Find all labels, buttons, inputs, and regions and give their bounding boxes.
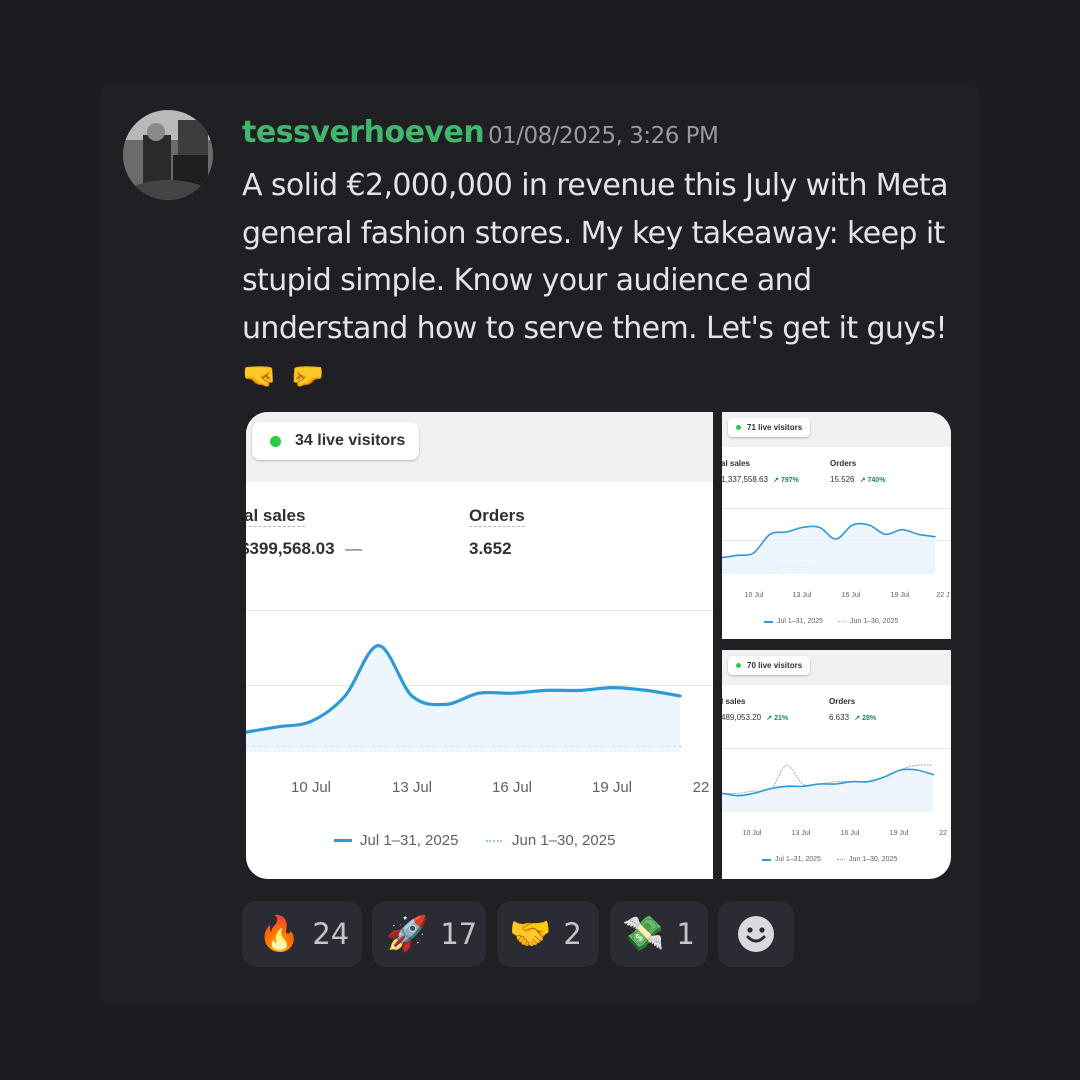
total-sales-change: — (345, 539, 363, 558)
x-tick-label: 10 Jul (744, 592, 764, 599)
avatar-photo (123, 110, 213, 200)
chart-plot (246, 643, 682, 752)
legend-previous-label: Jun 1–30, 2025 (850, 618, 899, 625)
x-tick-label: 13 Jul (391, 779, 433, 796)
legend-dotted-swatch (837, 859, 845, 860)
money-with-wings-icon: 💸 (622, 914, 665, 954)
total-sales-value: 489,053.20 ↗ 21% (722, 713, 788, 722)
orders-amount: 15.526 (830, 475, 855, 484)
legend-previous-label: Jun 1–30, 2025 (512, 832, 616, 849)
legend-dotted-swatch (486, 839, 502, 842)
attachment-image-3[interactable]: 70 live visitors l sales 489,053.20 ↗ 21… (722, 650, 951, 879)
orders-label: Orders (469, 506, 525, 527)
x-tick-label: 22 (939, 830, 947, 837)
x-tick-label: 13 Jul (791, 830, 811, 837)
total-sales-amount: ,1,337,558.63 (722, 475, 768, 484)
orders-label: Orders (829, 697, 856, 706)
x-tick-label: 16 Jul (840, 830, 860, 837)
orders-change: ↗ 740% (859, 477, 886, 484)
total-sales-change: ↗ 21% (766, 715, 789, 722)
total-sales-label: al sales (722, 459, 750, 468)
live-visitors-badge: 70 live visitors (728, 656, 811, 675)
live-dot-icon (270, 435, 281, 447)
x-tick-label: 10 Jul (290, 779, 332, 796)
legend-solid-swatch (764, 620, 773, 623)
orders-value: 6.633 ↗ 28% (829, 713, 876, 722)
total-sales-label: l sales (722, 697, 746, 706)
reaction-rocket[interactable]: 🚀 17 (372, 901, 486, 967)
orders-value: 3.652 (469, 539, 512, 558)
legend-current: Jul 1–31, 2025 (762, 856, 821, 863)
total-sales-change: ↗ 797% (773, 477, 799, 484)
legend-current-label: Jul 1–31, 2025 (777, 618, 823, 625)
message-text: A solid €2,000,000 in revenue this July … (242, 162, 982, 400)
legend-current: Jul 1–31, 2025 (764, 618, 823, 625)
live-visitors-text: 70 live visitors (747, 661, 803, 670)
total-sales-value: ,1,337,558.63 ↗ 797% (722, 475, 799, 484)
chart-plot (722, 522, 936, 574)
reaction-handshake[interactable]: 🤝 2 (497, 901, 599, 967)
orders-label: Orders (830, 459, 857, 468)
x-tick-label: 19 Jul (591, 779, 633, 796)
reaction-fire[interactable]: 🔥 24 (242, 901, 362, 967)
legend-current: Jul 1–31, 2025 (334, 832, 458, 849)
avatar[interactable] (123, 110, 213, 200)
orders-change: ↗ 28% (854, 715, 877, 722)
total-sales-amount: $399,568.03 (246, 539, 335, 558)
live-visitors-badge: 71 live visitors (728, 418, 811, 437)
attachment-image-2[interactable]: 71 live visitors al sales ,1,337,558.63 … (722, 412, 951, 639)
legend-solid-swatch (334, 839, 352, 842)
chart-plot (722, 764, 934, 812)
legend-solid-swatch (762, 858, 771, 861)
reaction-count: 24 (312, 917, 350, 951)
attachment-image-1[interactable]: 34 live visitors al sales $399,568.03 — … (246, 412, 713, 879)
legend-current-label: Jul 1–31, 2025 (360, 832, 459, 849)
username[interactable]: tessverhoeven (242, 115, 485, 150)
x-tick-label: 19 Jul (889, 830, 909, 837)
legend-previous-label: Jun 1–30, 2025 (849, 856, 898, 863)
reaction-money-wings[interactable]: 💸 1 (610, 901, 708, 967)
live-visitors-badge: 34 live visitors (252, 422, 420, 460)
series-area-0 (722, 523, 935, 574)
total-sales-amount: 489,053.20 (722, 713, 762, 722)
legend-previous: Jun 1–30, 2025 (838, 618, 898, 625)
timestamp: 01/08/2025, 3:26 PM (488, 123, 719, 149)
x-tick-label: 22 J (936, 592, 950, 599)
reaction-count: 17 (440, 917, 478, 951)
live-dot-icon (736, 425, 741, 430)
reaction-count: 2 (563, 917, 582, 951)
x-tick-label: 16 Jul (841, 592, 861, 599)
handshake-icon: 🤝 (509, 914, 552, 954)
reaction-count: 1 (676, 917, 695, 951)
total-sales-value: $399,568.03 — (246, 539, 362, 559)
legend-dotted-swatch (838, 621, 846, 622)
x-tick-label: 10 Jul (742, 830, 762, 837)
message-body: A solid €2,000,000 in revenue this July … (242, 168, 948, 346)
x-tick-label: 19 Jul (890, 592, 910, 599)
legend-current-label: Jul 1–31, 2025 (775, 856, 821, 863)
add-reaction-button[interactable] (718, 901, 794, 967)
orders-amount: 6.633 (829, 713, 850, 722)
live-visitors-text: 34 live visitors (295, 432, 406, 449)
legend-previous: Jun 1–30, 2025 (837, 856, 897, 863)
total-sales-label: al sales (246, 506, 306, 527)
rocket-icon: 🚀 (386, 914, 429, 954)
live-visitors-text: 71 live visitors (747, 423, 803, 432)
live-dot-icon (736, 663, 741, 668)
fist-bump-emoji: 🤜 🤛 (242, 359, 327, 392)
x-tick-label: 13 Jul (792, 592, 812, 599)
x-tick-label: 16 Jul (491, 779, 533, 796)
x-tick-label: 22 (692, 779, 710, 796)
orders-value: 15.526 ↗ 740% (830, 475, 885, 484)
smiley-icon (738, 916, 774, 952)
fire-icon: 🔥 (258, 914, 301, 954)
legend-previous: Jun 1–30, 2025 (486, 832, 615, 849)
